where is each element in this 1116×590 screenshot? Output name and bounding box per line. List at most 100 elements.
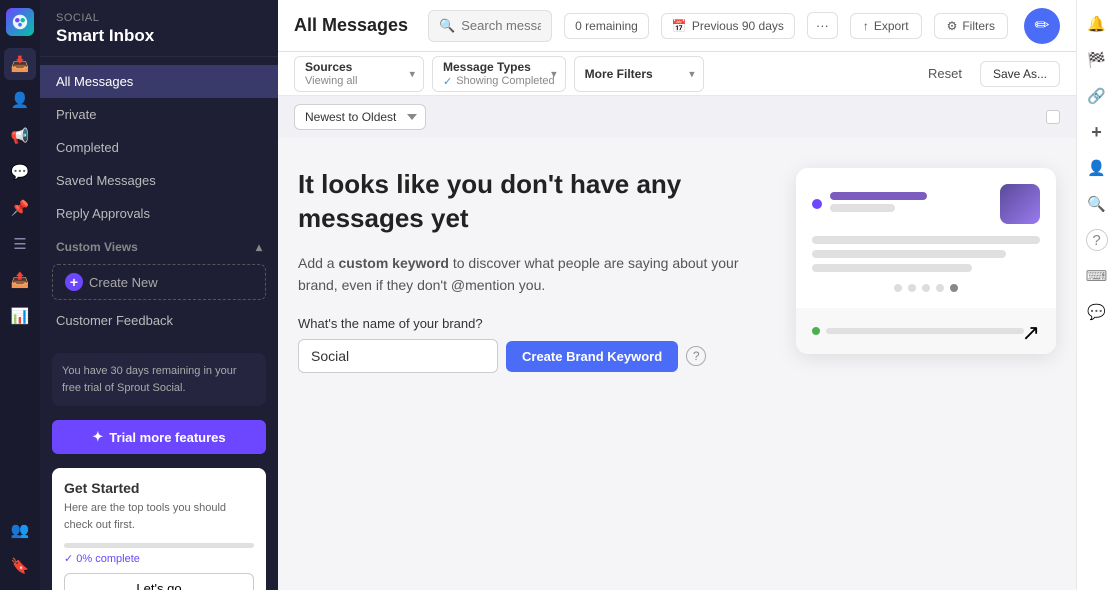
date-range-button[interactable]: 📅 Previous 90 days (661, 13, 795, 39)
sidebar-item-saved-messages[interactable]: Saved Messages (40, 164, 278, 197)
help-icon[interactable]: ? (686, 346, 706, 366)
sources-dropdown[interactable]: Sources Viewing all (294, 56, 424, 92)
trial-more-features-button[interactable]: ✦ Trial more features (52, 420, 266, 454)
analytics-icon[interactable]: 📊 (4, 300, 36, 332)
preview-dot (812, 199, 822, 209)
export-icon: ↑ (863, 19, 869, 33)
inbox-icon[interactable]: 📥 (4, 48, 36, 80)
preview-avatar-inner (1000, 184, 1040, 224)
more-filters-label: More Filters (585, 67, 693, 81)
sidebar-item-label: Private (56, 107, 96, 122)
left-icon-rail: 📥 👤 📢 💬 📌 ☰ 📤 📊 👥 🔖 (0, 0, 40, 590)
trial-text: You have 30 days remaining in your free … (62, 365, 237, 394)
team-icon[interactable]: 👥 (4, 514, 36, 546)
preview-nav-dot-active (950, 284, 958, 292)
link-icon[interactable]: 🔗 (1081, 80, 1113, 112)
preview-content-line (812, 250, 1006, 258)
filters-button[interactable]: ⚙ Filters (934, 13, 1008, 39)
filters-label: Filters (962, 19, 995, 33)
pin-icon[interactable]: 📌 (4, 192, 36, 224)
custom-views-label: Custom Views (56, 240, 138, 254)
sidebar-item-label: Completed (56, 140, 119, 155)
add-icon[interactable]: + (1081, 116, 1113, 148)
publish-icon[interactable]: 📢 (4, 120, 36, 152)
sidebar-item-label: Customer Feedback (56, 313, 173, 328)
preview-card: ↗ (796, 168, 1056, 354)
save-as-button[interactable]: Save As... (980, 61, 1060, 87)
filter-icon: ⚙ (947, 19, 958, 33)
preview-footer: ↗ (796, 308, 1056, 354)
preview-content-line (812, 264, 972, 272)
sidebar-item-all-messages[interactable]: All Messages (40, 65, 278, 98)
app-logo[interactable] (6, 8, 34, 36)
sidebar-item-completed[interactable]: Completed (40, 131, 278, 164)
message-types-value: ✓ Showing Completed (443, 75, 555, 88)
preview-inner (796, 168, 1056, 308)
sidebar-section-label: Social (56, 12, 262, 24)
right-icon-rail: 🔔 🏁 🔗 + 👤 🔍 ? ⌨ 💬 (1076, 0, 1116, 590)
brand-form: What's the name of your brand? Create Br… (298, 316, 756, 373)
preview-nav-dot (936, 284, 944, 292)
preview-lines (830, 192, 992, 216)
message-types-dropdown[interactable]: Message Types ✓ Showing Completed (432, 56, 566, 92)
select-all-checkbox[interactable] (1046, 110, 1060, 124)
export-button[interactable]: ↑ Export (850, 13, 922, 39)
flag-icon[interactable]: 🏁 (1081, 44, 1113, 76)
lets-go-label: Let's go (136, 581, 181, 590)
preview-header (812, 184, 1040, 224)
get-started-card: Get Started Here are the top tools you s… (52, 468, 266, 590)
get-started-desc: Here are the top tools you should check … (64, 500, 254, 533)
preview-line-2 (830, 204, 895, 212)
more-options-button[interactable]: ··· (807, 12, 838, 39)
send-icon[interactable]: 📤 (4, 264, 36, 296)
search-box[interactable]: 🔍 (428, 10, 552, 42)
preview-nav-dot (908, 284, 916, 292)
list-icon[interactable]: ☰ (4, 228, 36, 260)
preview-footer-line (826, 328, 1024, 334)
sidebar-item-reply-approvals[interactable]: Reply Approvals (40, 197, 278, 230)
compose-button[interactable]: ✏ (1024, 8, 1060, 44)
chevron-up-icon: ▴ (256, 240, 262, 254)
sidebar-item-private[interactable]: Private (40, 98, 278, 131)
notification-icon[interactable]: 🔔 (1081, 8, 1113, 40)
create-new-button[interactable]: + Create New (52, 264, 266, 300)
profile-icon[interactable]: 👤 (4, 84, 36, 116)
reset-button[interactable]: Reset (918, 61, 972, 86)
sort-dropdown[interactable]: Newest to Oldest Oldest to Newest (294, 104, 426, 130)
brand-form-label: What's the name of your brand? (298, 316, 756, 331)
bookmark-rail-icon[interactable]: 🔖 (4, 550, 36, 582)
empty-state: It looks like you don't have any message… (298, 158, 1056, 383)
create-new-label: Create New (89, 275, 158, 290)
trial-btn-label: Trial more features (109, 430, 225, 445)
sidebar-title: Smart Inbox (56, 26, 262, 46)
sources-label: Sources (305, 60, 413, 74)
sort-bar: Newest to Oldest Oldest to Newest (278, 96, 1076, 138)
more-icon: ··· (816, 18, 829, 33)
sidebar-nav: All Messages Private Completed Saved Mes… (40, 57, 278, 345)
check-icon: ✓ (443, 75, 452, 88)
preview-footer-dot (812, 327, 820, 335)
content-area: It looks like you don't have any message… (278, 138, 1076, 590)
keyboard-icon[interactable]: ⌨ (1081, 260, 1113, 292)
sidebar-item-customer-feedback[interactable]: Customer Feedback (40, 304, 278, 337)
help-right-icon[interactable]: ? (1086, 229, 1108, 251)
trial-banner: You have 30 days remaining in your free … (52, 353, 266, 406)
more-filters-dropdown[interactable]: More Filters (574, 56, 704, 92)
create-brand-keyword-button[interactable]: Create Brand Keyword (506, 341, 678, 372)
sidebar: Social Smart Inbox All Messages Private … (40, 0, 278, 590)
preview-avatar (1000, 184, 1040, 224)
engage-icon[interactable]: 💬 (4, 156, 36, 188)
preview-nav-dots (812, 284, 1040, 292)
search-input[interactable] (461, 18, 541, 33)
main-content: All Messages 🔍 0 remaining 📅 Previous 90… (278, 0, 1076, 590)
lets-go-button[interactable]: Let's go (64, 573, 254, 590)
get-started-title: Get Started (64, 480, 254, 496)
date-range-label: Previous 90 days (692, 19, 784, 33)
page-title: All Messages (294, 15, 408, 36)
add-user-icon[interactable]: 👤 (1081, 152, 1113, 184)
search-right-icon[interactable]: 🔍 (1081, 188, 1113, 220)
support-chat-icon[interactable]: 💬 (1081, 296, 1113, 328)
sidebar-item-label: Reply Approvals (56, 206, 150, 221)
search-icon: 🔍 (439, 18, 455, 34)
brand-name-input[interactable] (298, 339, 498, 373)
